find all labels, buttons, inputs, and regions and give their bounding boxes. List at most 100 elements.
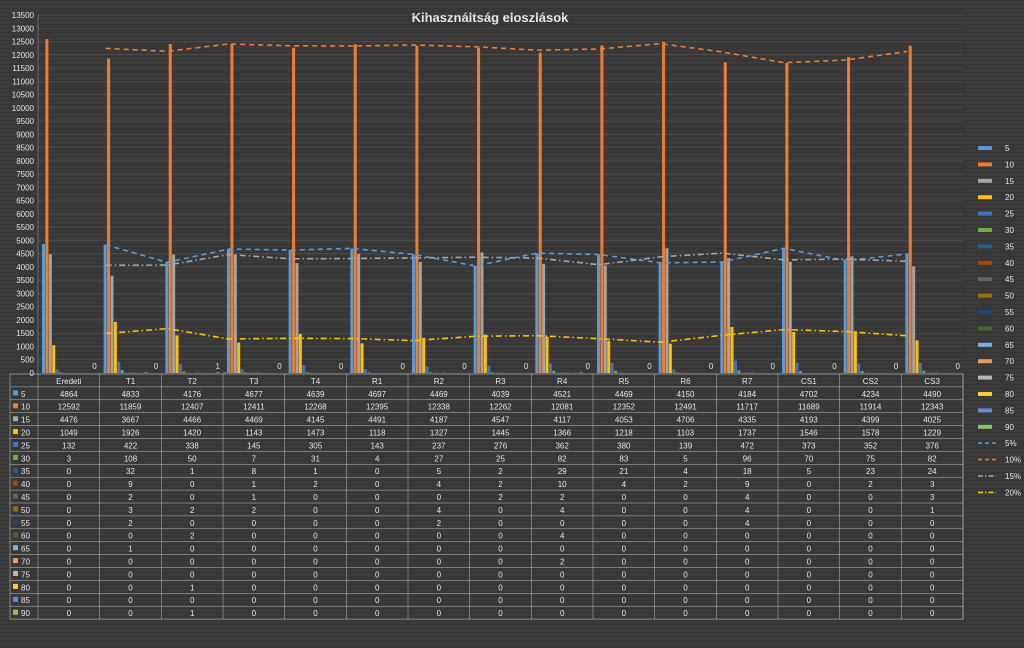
table-cell: 0: [252, 545, 257, 554]
bar-30-CS3: [922, 370, 926, 373]
bar-45-R4: [562, 372, 566, 373]
table-cell: 82: [558, 454, 567, 463]
bar-30-R5: [614, 370, 617, 373]
table-cell: 2: [560, 558, 565, 567]
bar-40-CS2: [867, 372, 871, 373]
table-cell: 0: [313, 570, 318, 579]
table-cell: 0: [683, 596, 688, 605]
table-cell: 0: [313, 493, 318, 502]
table-cell: 4476: [60, 416, 78, 425]
table-cell: 4335: [738, 416, 756, 425]
table-cell: 0: [683, 519, 688, 528]
table-cell: 1420: [183, 429, 201, 438]
table-cell: 4469: [430, 390, 448, 399]
bar-50-R4: [565, 372, 569, 373]
bar-label: 0: [154, 362, 159, 371]
table-cell: 0: [683, 583, 688, 592]
category-label: R2: [434, 377, 445, 386]
table-cell: 4399: [862, 416, 880, 425]
table-series-name: 75: [21, 570, 30, 579]
table-cell: 0: [313, 583, 318, 592]
table-cell: 376: [925, 441, 939, 450]
table-series-key: [13, 454, 18, 460]
table-cell: 0: [498, 545, 503, 554]
table-cell: 2: [190, 532, 195, 541]
table-cell: 2: [313, 480, 318, 489]
category-label: Eredeti: [56, 377, 82, 386]
table-series-key: [13, 545, 18, 551]
table-cell: 4: [745, 493, 750, 502]
table-cell: 0: [683, 570, 688, 579]
table-cell: 12407: [181, 403, 204, 412]
table-cell: 1229: [923, 429, 941, 438]
legend-label: 25: [1005, 210, 1014, 219]
table-cell: 11689: [798, 403, 820, 412]
table-cell: 9: [128, 480, 133, 489]
table-cell: 0: [313, 519, 318, 528]
table-cell: 0: [622, 596, 627, 605]
bar-35-R6: [679, 372, 683, 373]
legend-swatch-70: [978, 359, 992, 364]
table-cell: 4234: [862, 390, 880, 399]
bar-25-R3: [487, 365, 491, 373]
bar-50-R2: [442, 372, 446, 373]
table-cell: 0: [67, 480, 72, 489]
chart-container: Kihasználtság eloszlások 0 500 1000 1500 200…: [0, 0, 1024, 643]
table-cell: 12411: [243, 403, 265, 412]
table-cell: 4039: [492, 390, 510, 399]
y-tick-label: 12500: [12, 38, 35, 47]
table-series-name: 40: [21, 480, 30, 489]
bar-15-R6: [665, 248, 669, 373]
table-cell: 0: [745, 532, 750, 541]
table-cell: 0: [67, 519, 72, 528]
y-tick-label: 11000: [12, 77, 34, 86]
y-tick-label: 1000: [16, 342, 34, 351]
table-cell: 12491: [674, 403, 697, 412]
table-cell: 1578: [862, 429, 880, 438]
table-series-key: [13, 429, 18, 435]
legend-swatch-30: [978, 228, 992, 232]
table-cell: 1118: [369, 429, 386, 438]
table-cell: 2: [252, 506, 257, 515]
table-cell: 4697: [368, 390, 386, 399]
table-cell: 4025: [923, 416, 941, 425]
table-cell: 1049: [60, 429, 78, 438]
bar-35-R2: [432, 372, 436, 373]
bar-20-R3: [483, 334, 487, 373]
bar-20-CS2: [853, 331, 857, 373]
table-cell: 27: [434, 454, 443, 463]
table-cell: 472: [740, 441, 754, 450]
table-cell: 0: [67, 532, 72, 541]
table-cell: 0: [622, 583, 627, 592]
bar-15-CS2: [850, 256, 854, 373]
bar-20-CS3: [915, 340, 919, 373]
table-cell: 1445: [492, 429, 510, 438]
bar-25-R4: [548, 363, 552, 373]
bar-20-R4: [545, 336, 549, 373]
table-cell: 0: [375, 583, 380, 592]
y-tick-label: 12000: [12, 51, 35, 60]
bar-30-CS2: [860, 371, 864, 373]
table-cell: 145: [247, 441, 261, 450]
table-cell: 237: [432, 441, 446, 450]
bar-40-R6: [682, 372, 686, 373]
table-cell: 0: [252, 532, 257, 541]
table-cell: 0: [128, 609, 133, 618]
bar-label: 0: [277, 362, 282, 371]
table-cell: 4864: [60, 390, 78, 399]
table-cell: 2: [683, 480, 688, 489]
table-cell: 0: [560, 519, 565, 528]
bar-30-R2: [429, 372, 432, 373]
table-cell: 12268: [304, 403, 327, 412]
bar-10-T4: [292, 47, 296, 374]
bar-15-T3: [233, 254, 237, 373]
legend-label: 5: [1005, 144, 1010, 153]
y-tick-label: 13500: [12, 11, 35, 20]
bar-15-T2: [172, 254, 176, 373]
category-label: R6: [680, 377, 691, 386]
table-cell: 0: [128, 532, 133, 541]
table-cell: 108: [124, 454, 138, 463]
table-cell: 338: [185, 441, 199, 450]
bar-15-R5: [603, 265, 607, 373]
legend-label: 60: [1005, 324, 1014, 333]
